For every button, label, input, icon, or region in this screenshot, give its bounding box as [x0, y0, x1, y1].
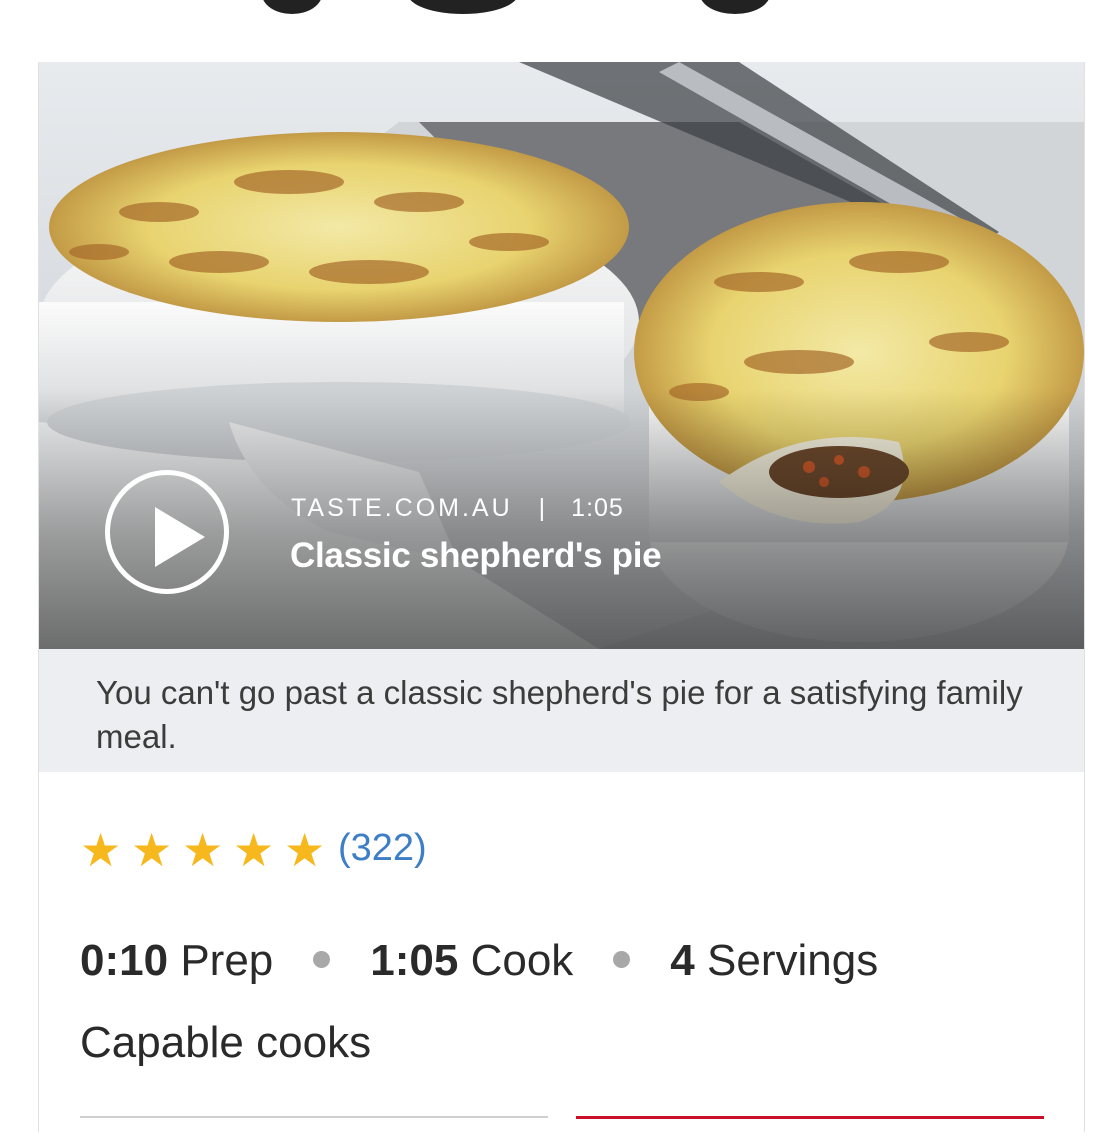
servings-label: Servings	[707, 936, 879, 985]
star-icon: ★	[131, 824, 173, 876]
recipe-stats: 0:10 Prep 1:05 Cook 4 Servings	[80, 936, 878, 986]
star-icon: ★	[80, 824, 122, 876]
review-count-link[interactable]: (322)	[338, 827, 427, 870]
prep-label: Prep	[180, 936, 274, 985]
separator-dot	[613, 950, 631, 968]
star-rating: ★ ★ ★ ★ ★	[80, 824, 335, 876]
recipe-card: TASTE.COM.AU | 1:05 Classic shepherd's pie…	[38, 62, 1085, 1132]
page-heading-cropped	[0, 0, 1120, 20]
recipe-description: You can't go past a classic shepherd's p…	[39, 649, 1084, 772]
video-source: TASTE.COM.AU	[291, 494, 513, 522]
star-icon: ★	[182, 824, 224, 876]
cook-label: Cook	[470, 936, 574, 985]
meta-separator: |	[538, 494, 546, 522]
video-title: Classic shepherd's pie	[290, 536, 662, 575]
cook-time: 1:05	[370, 936, 459, 985]
description-text: You can't go past a classic shepherd's p…	[96, 674, 1023, 755]
play-button[interactable]	[105, 470, 229, 594]
video-meta: TASTE.COM.AU | 1:05	[291, 494, 624, 523]
play-icon	[155, 507, 205, 567]
separator-dot	[313, 950, 331, 968]
star-icon: ★	[233, 824, 275, 876]
secondary-button[interactable]	[80, 1116, 548, 1138]
video-hero[interactable]: TASTE.COM.AU | 1:05 Classic shepherd's pie	[39, 62, 1084, 649]
video-duration: 1:05	[571, 494, 624, 522]
prep-time: 0:10	[80, 936, 169, 985]
star-icon: ★	[284, 824, 326, 876]
servings-count: 4	[670, 936, 695, 985]
difficulty-level: Capable cooks	[80, 1018, 372, 1067]
primary-button[interactable]	[576, 1116, 1044, 1139]
